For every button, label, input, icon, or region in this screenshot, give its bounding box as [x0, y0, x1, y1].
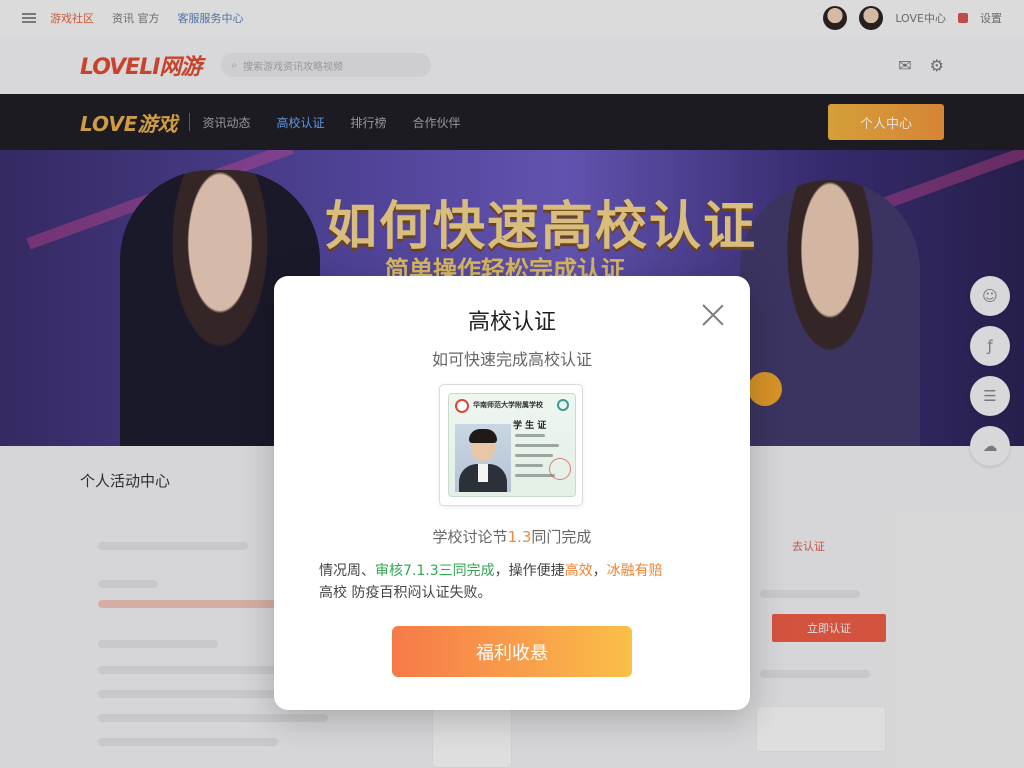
id-card-body: 华南师范大学附属学校 学 生 证 [448, 393, 576, 497]
photo-hair [469, 429, 497, 443]
verification-modal: 高校认证 如可快速完成高校认证 华南师范大学附属学校 学 生 证 学校讨论节1.… [274, 276, 750, 710]
desc-green-highlight: 审核7.1.3三同完成 [375, 563, 495, 579]
timing-prefix: 学校讨论节 [432, 528, 508, 546]
official-stamp-icon [549, 458, 571, 480]
verification-timing-text: 学校讨论节1.3同门完成 [274, 526, 750, 547]
verification-description: 情况周、审核7.1.3三同完成，操作便捷高效，冰融有赔高校 防疫百积闷认证失败。 [319, 560, 719, 604]
id-field-line [515, 464, 543, 467]
desc-part: ，操作便捷 [494, 563, 565, 579]
claim-benefits-button[interactable]: 福利收悬 [392, 626, 632, 677]
school-emblem-icon [455, 399, 469, 413]
desc-orange-highlight: 冰融有赔 [606, 563, 663, 579]
desc-part: 情况周、 [319, 563, 375, 579]
id-card-title: 学 生 证 [513, 421, 547, 431]
id-field-line [515, 444, 559, 447]
id-card-school: 华南师范大学附属学校 [473, 401, 543, 409]
timing-suffix: 同门完成 [531, 528, 592, 546]
desc-part: ， [592, 563, 607, 579]
student-id-card-image: 华南师范大学附属学校 学 生 证 [439, 384, 583, 506]
timing-highlight: 1.3 [507, 528, 532, 546]
id-photo [455, 424, 511, 492]
seal-icon [557, 399, 569, 411]
id-field-line [515, 454, 553, 457]
modal-title: 高校认证 [467, 310, 556, 335]
photo-shirt [478, 464, 488, 482]
id-field-line [515, 474, 555, 477]
close-icon[interactable] [700, 302, 726, 328]
desc-part: 高校 防疫百积闷认证失败。 [319, 585, 492, 601]
modal-subtitle: 如可快速完成高校认证 [431, 350, 592, 369]
desc-orange-highlight: 高效 [564, 563, 593, 579]
id-field-line [515, 434, 545, 437]
